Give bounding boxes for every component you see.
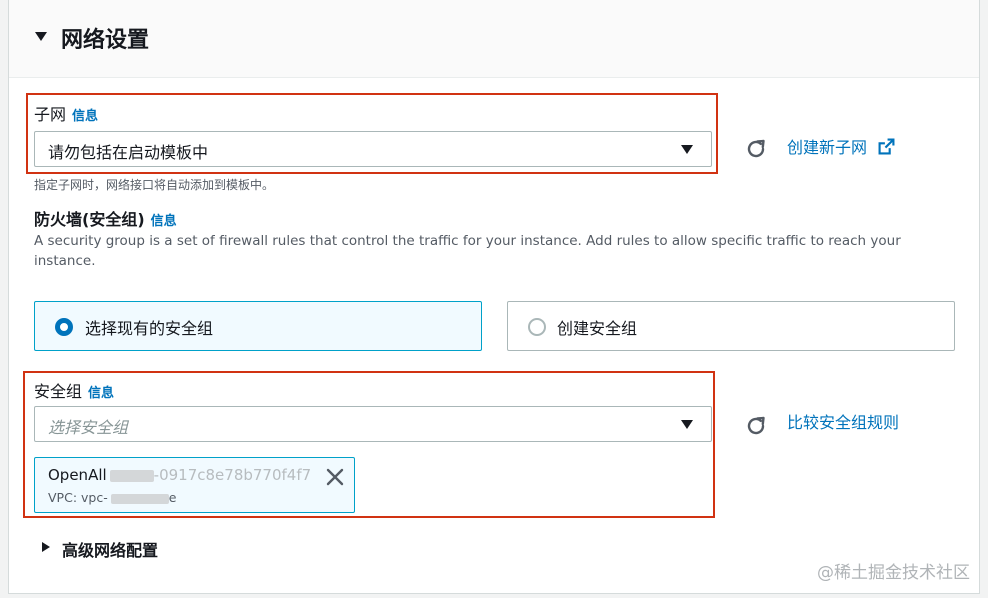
- option-select-existing-sg[interactable]: 选择现有的安全组: [34, 301, 482, 351]
- refresh-icon[interactable]: [744, 414, 768, 438]
- option-create-sg[interactable]: 创建安全组: [507, 301, 955, 351]
- panel-title: 网络设置: [61, 28, 150, 53]
- radio-selected-icon[interactable]: [55, 318, 73, 336]
- option-label: 创建安全组: [557, 319, 638, 338]
- radio-icon[interactable]: [528, 318, 546, 336]
- advanced-network-config-toggle[interactable]: 高级网络配置: [62, 537, 158, 561]
- create-subnet-link-text: 创建新子网: [787, 138, 868, 157]
- compare-sg-rules-link[interactable]: 比较安全组规则: [787, 409, 899, 433]
- firewall-label: 防火墙(安全组) 信息: [34, 206, 177, 230]
- watermark: @稀土掘金技术社区: [817, 563, 970, 583]
- option-label: 选择现有的安全组: [85, 319, 214, 338]
- highlight-box-security-group: [23, 371, 715, 518]
- firewall-description: A security group is a set of firewall ru…: [34, 233, 901, 269]
- firewall-label-text: 防火墙(安全组): [34, 210, 145, 229]
- refresh-icon[interactable]: [744, 137, 768, 161]
- caret-down-icon[interactable]: [35, 32, 47, 41]
- create-subnet-link[interactable]: 创建新子网: [787, 134, 895, 158]
- caret-right-icon[interactable]: [42, 542, 50, 552]
- external-link-icon: [878, 138, 895, 155]
- panel-header[interactable]: 网络设置: [9, 0, 979, 78]
- subnet-hint: 指定子网时，网络接口将自动添加到模板中。: [34, 178, 275, 192]
- highlight-box-subnet: [26, 93, 718, 174]
- firewall-info-link[interactable]: 信息: [151, 214, 177, 229]
